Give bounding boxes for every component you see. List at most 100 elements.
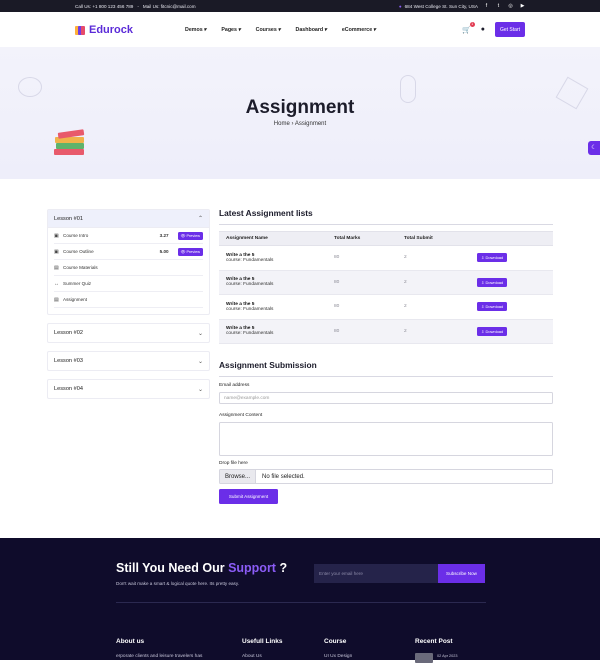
lesson-2-header[interactable]: Lesson #02 ⌄: [48, 324, 209, 342]
quiz-icon: ↔: [54, 280, 59, 287]
footer-links-title: Usefull Links: [242, 638, 283, 645]
top-bar: Call Us: +1 800 123 456 789 - Mail Us: f…: [0, 0, 600, 12]
chevron-down-icon: ▾: [203, 26, 207, 33]
download-button[interactable]: ⇩ Download: [477, 253, 508, 263]
chevron-down-icon: ▾: [324, 26, 327, 33]
email-field[interactable]: name@example.com: [219, 392, 553, 404]
get-start-button[interactable]: Get Start: [494, 22, 525, 37]
page-hero: Assignment Home › Assignment ☾: [0, 47, 600, 179]
footer-course-link[interactable]: UI Ux Design: [324, 654, 352, 659]
footer-link[interactable]: About Us: [242, 654, 262, 659]
youtube-icon[interactable]: ▶: [520, 3, 525, 9]
nav-pages[interactable]: Pages ▾: [221, 27, 240, 33]
nav-ecommerce[interactable]: eCommerce ▾: [342, 27, 376, 33]
breadcrumb-home[interactable]: Home: [274, 121, 290, 127]
footer: Still You Need Our Support ? Don't wait …: [0, 538, 600, 663]
breadcrumb: Home › Assignment: [0, 121, 600, 127]
chevron-up-icon: ⌃: [197, 216, 203, 222]
chevron-down-icon: ▾: [373, 26, 376, 33]
assignment-list-section: Latest Assignment lists Assignment Name …: [219, 208, 553, 344]
table-row: Write a the 5 course: Fundamentals 80 2 ⇩…: [219, 319, 553, 344]
dark-mode-toggle[interactable]: ☾: [588, 141, 600, 155]
video-icon: ▣: [54, 248, 59, 255]
facebook-icon[interactable]: f: [484, 3, 489, 9]
lesson-3-header[interactable]: Lesson #03 ⌄: [48, 352, 209, 370]
content-label: Assignment Content: [219, 413, 263, 418]
lesson-accordion-4: Lesson #04 ⌄: [47, 379, 210, 399]
decoration-planet: [18, 77, 42, 97]
chevron-down-icon: ▾: [277, 26, 281, 33]
main-header: Edurock Demos ▾ Pages ▾ Courses ▾ Dashboard…: [0, 12, 600, 47]
file-status: No file selected.: [262, 473, 305, 480]
lesson-accordion-3: Lesson #03 ⌄: [47, 351, 210, 371]
assignment-table: Assignment Name Total Marks Total Submit…: [219, 231, 553, 344]
logo[interactable]: Edurock: [75, 24, 185, 36]
lesson-item[interactable]: ▤ Course Materials: [54, 260, 203, 276]
table-row: Write a the 5 course: Fundamentals 80 2 ⇩…: [219, 270, 553, 295]
page-title: Assignment: [245, 97, 355, 118]
footer-about-text: erporate clients and leisure travelers h…: [116, 654, 203, 659]
subscribe-button[interactable]: Subscribe Now: [438, 564, 485, 583]
submission-title: Assignment Submission: [219, 360, 317, 370]
lesson-item[interactable]: ↔ Summer Quiz: [54, 276, 203, 292]
video-icon: ▣: [54, 232, 59, 239]
chevron-down-icon: ⌄: [197, 330, 203, 337]
footer-course-title: Course: [324, 638, 347, 645]
main-nav: Demos ▾ Pages ▾ Courses ▾ Dashboard ▾ eComme…: [185, 27, 376, 33]
preview-button[interactable]: 👁 Preview: [177, 247, 203, 256]
download-button[interactable]: ⇩ Download: [477, 302, 508, 312]
moon-icon: ☾: [591, 145, 597, 151]
footer-about-title: About us: [116, 638, 145, 645]
lesson-1-header[interactable]: Lesson #01 ⌃: [48, 210, 209, 228]
file-icon: ▤: [54, 296, 59, 303]
lesson-accordion-1: Lesson #01 ⌃ ▣ Course Intro 3.27 👁 Previ…: [47, 209, 210, 315]
browse-button[interactable]: Browse...: [220, 470, 257, 483]
lesson-4-header[interactable]: Lesson #04 ⌄: [48, 380, 209, 398]
email-label: Email address: [219, 383, 250, 388]
divider: [219, 224, 553, 225]
books-illustration: [54, 129, 85, 155]
main-content: Lesson #01 ⌃ ▣ Course Intro 3.27 👁 Previ…: [0, 179, 600, 538]
chevron-down-icon: ⌄: [197, 386, 203, 393]
address: ● 684 West College St. Sun City, USA: [398, 3, 478, 9]
cart-icon[interactable]: 🛒 1: [462, 21, 475, 34]
assignment-content-textarea[interactable]: [219, 422, 553, 456]
nav-courses[interactable]: Courses ▾: [256, 27, 281, 33]
lesson-accordion-2: Lesson #02 ⌄: [47, 323, 210, 343]
call-info: Call Us: +1 800 123 456 789: [75, 3, 134, 9]
lesson-item[interactable]: ▣ Course Intro 3.27 👁 Preview: [54, 228, 203, 244]
location-icon: ●: [398, 3, 402, 9]
submit-assignment-button[interactable]: Submit Assignment: [219, 489, 278, 504]
footer-recent-title: Recent Post: [415, 638, 453, 645]
twitter-icon[interactable]: t: [496, 3, 501, 9]
cart-badge: 1: [469, 21, 475, 27]
user-icon[interactable]: ●: [481, 26, 485, 33]
nav-demos[interactable]: Demos ▾: [185, 27, 206, 33]
lesson-item[interactable]: ▣ Course Outline 5.00 👁 Preview: [54, 244, 203, 260]
logo-icon: [75, 25, 85, 35]
file-icon: ▤: [54, 264, 59, 271]
lesson-sidebar: Lesson #01 ⌃ ▣ Course Intro 3.27 👁 Previ…: [47, 209, 210, 407]
recent-post-date: 02 Apr 2023: [437, 654, 458, 658]
assignment-submission-form: Assignment Submission Email address name…: [219, 360, 553, 504]
table-header-row: Assignment Name Total Marks Total Submit: [219, 231, 553, 246]
footer-divider: [116, 602, 486, 603]
cta-title: Still You Need Our Support ?: [116, 561, 288, 575]
file-input[interactable]: Browse... No file selected.: [219, 469, 553, 484]
chevron-down-icon: ▾: [237, 26, 241, 33]
table-row: Write a the 5 course: Fundamentals 80 2 ⇩…: [219, 294, 553, 320]
table-row: Write a the 5 course: Fundamentals 80 2 ⇩…: [219, 245, 553, 271]
download-button[interactable]: ⇩ Download: [477, 277, 508, 287]
chevron-down-icon: ⌄: [197, 358, 203, 365]
lesson-item[interactable]: ▤ Assignment: [54, 292, 203, 308]
breadcrumb-current: Assignment: [294, 121, 327, 127]
preview-button[interactable]: 👁 Preview: [177, 231, 203, 240]
file-label: Drop file here: [219, 461, 248, 466]
cta-subtitle: Don't wait make a smart & logical quote …: [116, 581, 240, 586]
download-button[interactable]: ⇩ Download: [477, 326, 508, 336]
instagram-icon[interactable]: ◎: [508, 3, 513, 9]
newsletter-email-input[interactable]: Enter your email here: [314, 564, 438, 583]
recent-post-thumbnail[interactable]: [415, 653, 433, 663]
nav-dashboard[interactable]: Dashboard ▾: [296, 27, 327, 33]
assignment-list-title: Latest Assignment lists: [219, 208, 313, 218]
